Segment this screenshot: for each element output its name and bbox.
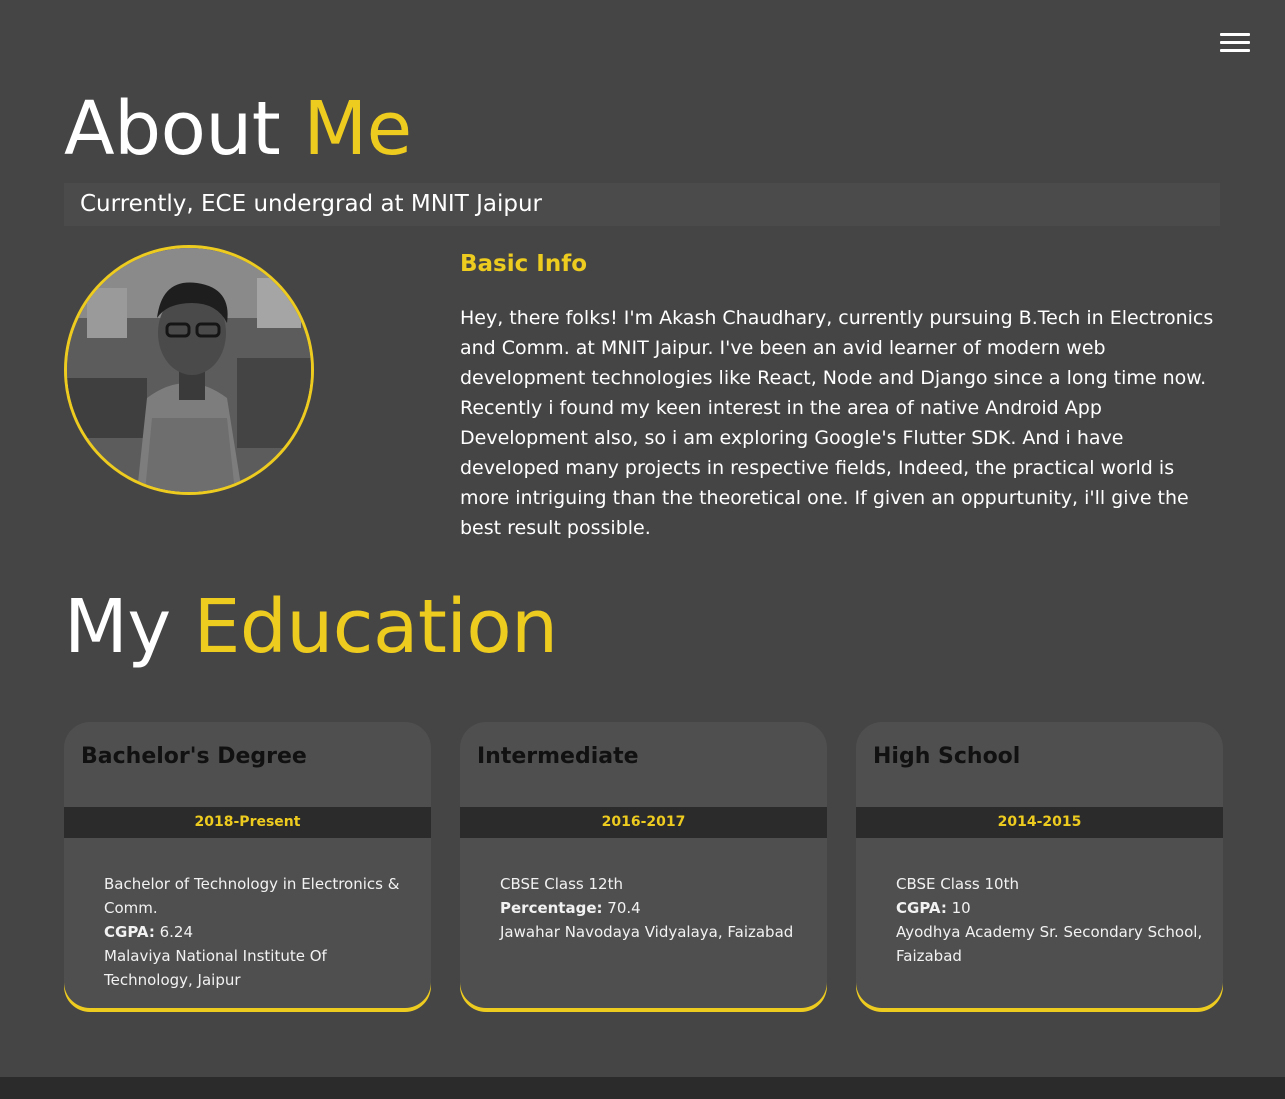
hamburger-menu-icon[interactable] — [1220, 33, 1250, 55]
basic-info-text: Hey, there folks! I'm Akash Chaudhary, c… — [460, 307, 1214, 539]
card-institute: Ayodhya Academy Sr. Secondary School, Fa… — [896, 923, 1203, 965]
card-years: 2016-2017 — [460, 807, 827, 838]
card-score: CGPA: 6.24 — [104, 920, 414, 944]
education-heading-accent: Education — [193, 584, 558, 670]
education-card-bachelors: Bachelor's Degree 2018-Present Bachelor … — [64, 722, 431, 1012]
card-details: Bachelor of Technology in Electronics & … — [104, 872, 414, 992]
card-title: High School — [873, 744, 1021, 769]
about-heading-main: About — [64, 86, 281, 172]
card-details: CBSE Class 12th Percentage: 70.4 Jawahar… — [500, 872, 810, 944]
card-title: Intermediate — [477, 744, 639, 769]
card-years: 2014-2015 — [856, 807, 1223, 838]
card-score: CGPA: 10 — [896, 896, 1206, 920]
card-years: 2018-Present — [64, 807, 431, 838]
card-score-value: 10 — [951, 899, 971, 917]
card-score-label: CGPA: — [896, 899, 947, 917]
card-degree: CBSE Class 12th — [500, 875, 623, 893]
about-heading-accent: Me — [303, 86, 412, 172]
education-card-intermediate: Intermediate 2016-2017 CBSE Class 12th P… — [460, 722, 827, 1012]
card-score-label: Percentage: — [500, 899, 603, 917]
card-degree: CBSE Class 10th — [896, 875, 1019, 893]
education-heading: My Education — [64, 590, 558, 664]
card-score: Percentage: 70.4 — [500, 896, 810, 920]
card-score-label: CGPA: — [104, 923, 155, 941]
card-degree: Bachelor of Technology in Electronics & … — [104, 875, 400, 917]
education-card-high-school: High School 2014-2015 CBSE Class 10th CG… — [856, 722, 1223, 1012]
footer-bar — [0, 1077, 1285, 1099]
education-heading-main: My — [64, 584, 171, 670]
card-institute: Jawahar Navodaya Vidyalaya, Faizabad — [500, 923, 794, 941]
about-me-heading: About Me — [64, 92, 412, 166]
about-subtitle: Currently, ECE undergrad at MNIT Jaipur — [64, 183, 1220, 226]
card-score-value: 6.24 — [159, 923, 194, 941]
profile-photo — [64, 245, 314, 495]
card-score-value: 70.4 — [607, 899, 641, 917]
card-title: Bachelor's Degree — [81, 744, 307, 769]
basic-info-title: Basic Info — [460, 251, 588, 277]
card-institute: Malaviya National Institute Of Technolog… — [104, 947, 327, 989]
card-details: CBSE Class 10th CGPA: 10 Ayodhya Academy… — [896, 872, 1206, 968]
